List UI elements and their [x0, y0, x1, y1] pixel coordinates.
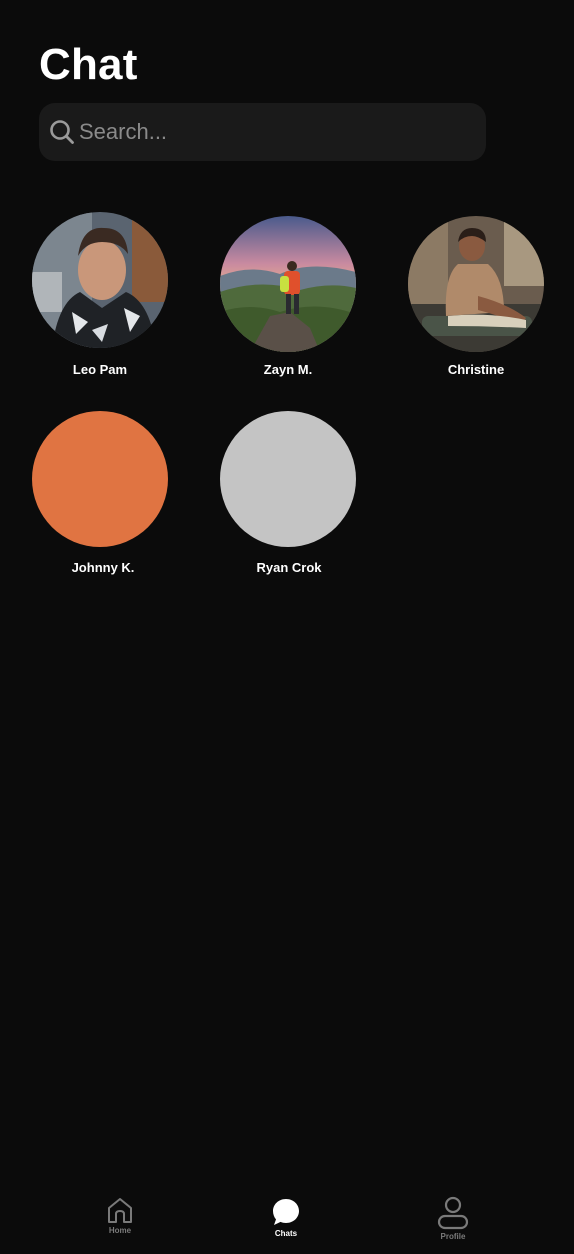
profile-icon	[413, 1196, 493, 1230]
contact-item-christine[interactable]: Christine	[408, 216, 544, 377]
search-icon	[49, 119, 75, 145]
nav-item-chats[interactable]: Chats	[246, 1197, 326, 1238]
nav-label: Profile	[440, 1232, 466, 1241]
avatar[interactable]	[220, 216, 356, 352]
chat-bubble-icon	[246, 1197, 326, 1227]
contact-item-ryan-crok[interactable]: Ryan Crok	[220, 411, 356, 575]
avatar[interactable]	[32, 212, 168, 348]
nav-item-home[interactable]: Home	[80, 1196, 160, 1235]
contact-name: Christine	[447, 362, 505, 377]
contact-name: Zayn M.	[263, 362, 313, 377]
contact-name: Ryan Crok	[256, 560, 322, 575]
contact-item-leo-pam[interactable]: Leo Pam	[32, 212, 168, 377]
nav-label: Home	[108, 1226, 132, 1235]
contact-name: Johnny K.	[71, 560, 135, 575]
page-title: Chat	[39, 40, 138, 89]
search-input[interactable]	[79, 119, 459, 145]
avatar[interactable]	[408, 216, 544, 352]
nav-item-profile[interactable]: Profile	[413, 1196, 493, 1241]
search-bar[interactable]	[39, 103, 486, 161]
avatar[interactable]	[32, 411, 168, 547]
avatar[interactable]	[220, 411, 356, 547]
contact-name: Leo Pam	[72, 362, 128, 377]
nav-label: Chats	[274, 1229, 298, 1238]
contact-item-zayn-m[interactable]: Zayn M.	[220, 216, 356, 377]
home-icon	[80, 1196, 160, 1224]
bottom-nav: Home Chats Profile	[0, 1180, 574, 1254]
contact-item-johnny-k[interactable]: Johnny K.	[32, 411, 168, 575]
